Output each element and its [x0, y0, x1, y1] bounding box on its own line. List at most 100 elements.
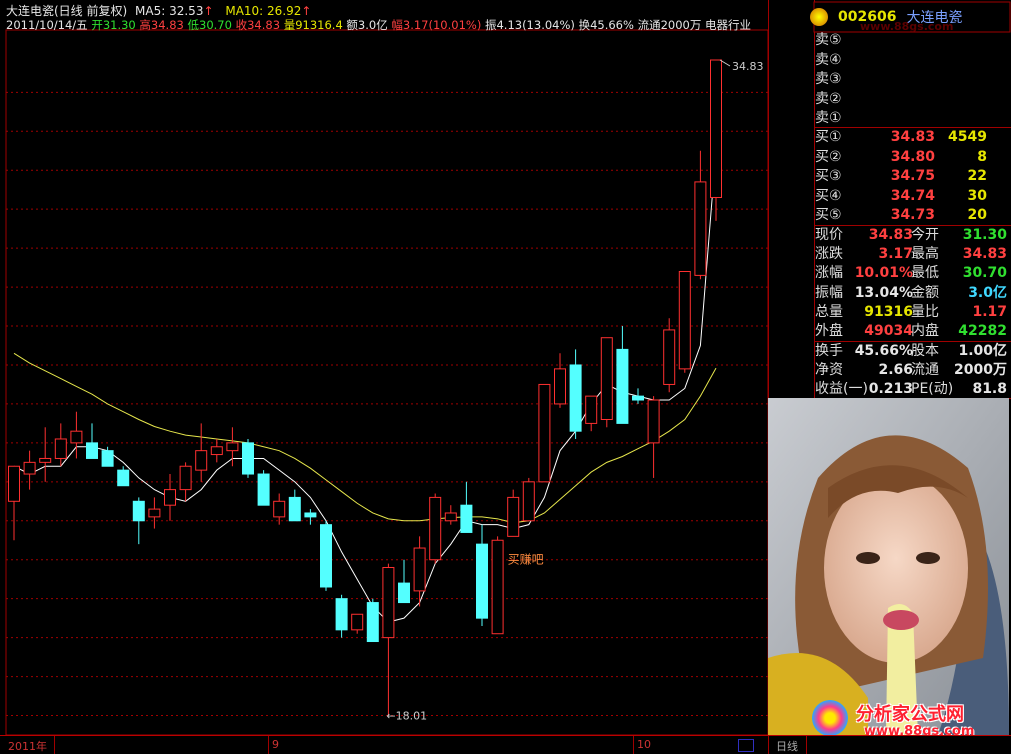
flower-logo-icon — [812, 700, 848, 736]
candle-body-up — [585, 395, 598, 424]
stat-value: 34.83 — [868, 227, 913, 243]
candle-body-up — [148, 508, 161, 518]
candle-body-up — [39, 457, 52, 463]
logo-circle-icon — [810, 8, 828, 26]
ma5-value: 32.53 — [169, 4, 204, 18]
stat-value: 3.17 — [878, 246, 913, 263]
open-label: 开 — [91, 18, 103, 32]
month-label: 10 — [637, 738, 651, 751]
stat-row: 振幅 13.04% 金额 3.0亿 — [815, 284, 1007, 303]
scroll-handle[interactable] — [738, 739, 754, 752]
ask-row: 卖③ — [815, 70, 1007, 89]
turnover-label: 换 — [578, 18, 591, 32]
ask-label: 卖⑤ — [815, 32, 842, 48]
amp-label: 振 — [484, 18, 497, 32]
ma5-label: MA5: — [135, 4, 166, 18]
stat-row: 总量 91316 量比 1.17 — [815, 303, 1007, 322]
time-axis: 2011年 9 10 日线 — [0, 735, 1011, 754]
stat-value: 10.01% — [854, 265, 913, 282]
bid-label: 买④ — [815, 187, 842, 204]
stat2-row: 净资 2.66 流通 2000万 — [815, 361, 1007, 380]
candle-body-up — [70, 430, 83, 444]
bid-qty: 8 — [977, 148, 987, 165]
change-label: 幅 — [391, 18, 403, 32]
candle-body-up — [351, 613, 364, 631]
bid-row: 买① 34.83 4549 — [815, 128, 1007, 147]
ask-row: 卖④ — [815, 51, 1007, 70]
bid-price: 34.75 — [890, 168, 935, 184]
change-value: 3.17(10.01%) — [402, 18, 482, 32]
candle-body-up — [210, 446, 223, 456]
ask-row: 卖② — [815, 90, 1007, 109]
stat-label: 涨跌 — [815, 246, 843, 263]
candle-body-up — [429, 496, 442, 561]
arrow-up-icon: ↑ — [203, 4, 214, 18]
stat-value: 3.0亿 — [968, 284, 1007, 301]
stat-value: 1.00亿 — [958, 343, 1007, 359]
stat-label: 收益(一) — [815, 381, 868, 397]
bid-label: 买① — [815, 129, 842, 145]
quote-date: 2011/10/14/五 — [6, 18, 88, 32]
stat-value: 81.8 — [972, 381, 1007, 397]
amount-label: 额 — [346, 18, 358, 32]
stat-label: 内盘 — [911, 323, 939, 339]
candle-body-up — [226, 442, 239, 452]
candle-body-up — [491, 539, 504, 635]
ask-label: 卖④ — [815, 51, 842, 68]
stat-row: 外盘 49034 内盘 42282 — [815, 322, 1007, 341]
bid-row: 买⑤ 34.73 20 — [815, 206, 1007, 225]
stat-row: 现价 34.83 今开 31.30 — [815, 226, 1007, 245]
stat-value: 49034 — [864, 323, 913, 339]
candle-body-up — [538, 383, 551, 483]
bid-label: 买⑤ — [815, 207, 842, 223]
vol-value: 91316.4 — [295, 18, 343, 32]
stat-value: 34.83 — [962, 246, 1007, 263]
bid-qty: 20 — [967, 207, 987, 223]
amount-value: 3.0亿 — [357, 18, 388, 32]
stat-value: 42282 — [958, 323, 1007, 339]
bid-row: 买③ 34.75 22 — [815, 167, 1007, 186]
candle-body-up — [179, 465, 192, 491]
note-label: 买赚吧 — [508, 552, 544, 567]
advert-photo — [768, 398, 1009, 735]
close-value: 34.83 — [247, 18, 281, 32]
candle-body-down — [320, 524, 332, 588]
stat-value: 31.30 — [962, 227, 1007, 243]
stat-label: 净资 — [815, 362, 843, 378]
candle-body-down — [335, 598, 348, 631]
stat-row: 涨幅 10.01% 最低 30.70 — [815, 264, 1007, 283]
candle-body-up — [600, 337, 613, 421]
stat-label: 今开 — [911, 227, 939, 243]
kline-chart[interactable]: 34.83 ←18.01 买赚吧 — [0, 0, 768, 735]
stat-row: 涨跌 3.17 最高 34.83 — [815, 245, 1007, 264]
stat2-row: 收益(一) 0.213 PE(动) 81.8 — [815, 380, 1007, 399]
candle-body-down — [117, 469, 130, 487]
low-marker-label: ←18.01 — [386, 710, 427, 723]
bid-price: 34.74 — [890, 187, 935, 204]
candle-body-up — [507, 496, 520, 537]
amp-value: 4.13(13.04%) — [496, 18, 575, 32]
stat-value: 2000万 — [954, 362, 1007, 378]
stat-value: 2.66 — [878, 362, 913, 378]
candle-body-down — [86, 442, 98, 459]
candle-body-down — [632, 395, 644, 401]
candle-body-up — [522, 481, 535, 522]
candle-body-up — [678, 270, 691, 370]
turnover-value: 45.66% — [590, 18, 634, 32]
candle-body-down — [366, 602, 379, 643]
bid-qty: 30 — [967, 187, 987, 204]
period-button[interactable]: 日线 — [776, 738, 798, 754]
stat-value: 1.17 — [972, 303, 1007, 320]
stat-value: 30.70 — [962, 265, 1007, 282]
month-label: 9 — [272, 738, 279, 751]
candle-body-up — [663, 329, 676, 385]
candle-body-down — [616, 348, 629, 424]
bid-price: 34.73 — [890, 207, 935, 223]
stat-label: 股本 — [911, 343, 939, 359]
candle-body-up — [444, 512, 457, 522]
stat-label: 最低 — [911, 265, 939, 282]
high-marker-label: 34.83 — [732, 60, 764, 73]
ask-label: 卖③ — [815, 71, 842, 87]
stat-label: 金额 — [911, 284, 939, 301]
stat-label: 换手 — [815, 343, 843, 359]
